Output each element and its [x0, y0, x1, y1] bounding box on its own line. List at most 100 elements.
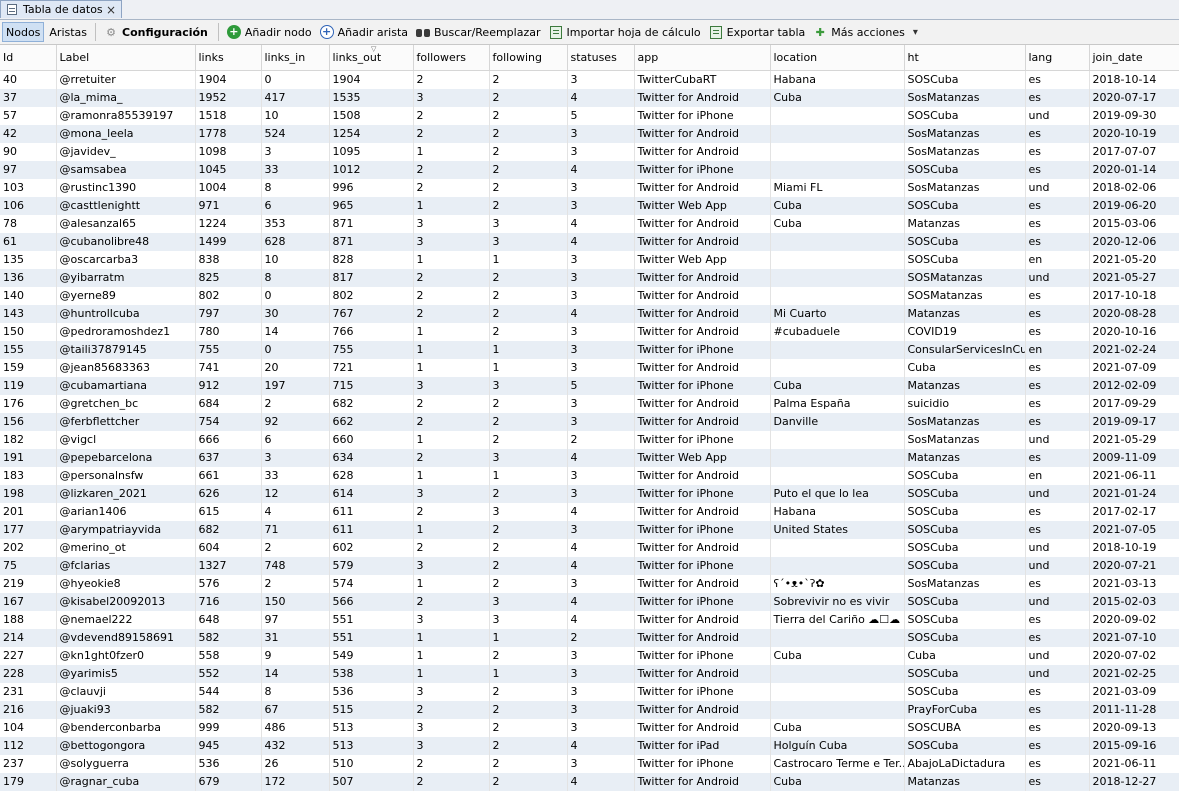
table-cell[interactable]: 227 [0, 646, 57, 665]
table-row[interactable]: 61 @cubanolibre48 1499 628 871 3 3 4 Twitter for… [0, 232, 1179, 251]
table-cell[interactable]: 1004 [195, 178, 262, 197]
table-cell[interactable]: Cuba [770, 772, 905, 791]
table-cell[interactable]: 3 [413, 736, 490, 755]
table-cell[interactable]: @personalnsfw [56, 466, 196, 485]
table-cell[interactable]: 1778 [195, 124, 262, 143]
table-cell[interactable]: 30 [261, 304, 330, 323]
table-cell[interactable]: Twitter for Android [634, 538, 771, 557]
table-cell[interactable]: @javidev_ [56, 142, 196, 161]
table-cell[interactable]: 1254 [329, 124, 414, 143]
table-cell[interactable]: 112 [0, 736, 57, 755]
table-cell[interactable]: 67 [261, 700, 330, 719]
table-cell[interactable]: 1224 [195, 214, 262, 233]
table-cell[interactable]: 2 [413, 412, 490, 431]
table-cell[interactable]: Twitter for Android [634, 466, 771, 485]
table-row[interactable]: 42 @mona_leela 1778 524 1254 2 2 3 Twitter for A… [0, 124, 1179, 143]
table-cell[interactable]: 2020-09-02 [1089, 610, 1179, 629]
table-cell[interactable]: 3 [567, 754, 635, 773]
table-cell[interactable]: @mona_leela [56, 124, 196, 143]
table-cell[interactable]: 682 [329, 394, 414, 413]
table-cell[interactable]: 1508 [329, 106, 414, 125]
table-cell[interactable]: #cubaduele [770, 322, 905, 341]
table-cell[interactable]: es [1025, 322, 1090, 341]
table-cell[interactable]: 2 [413, 502, 490, 521]
table-cell[interactable]: 3 [489, 502, 568, 521]
table-cell[interactable]: Twitter for iPhone [634, 754, 771, 773]
table-cell[interactable]: 4 [567, 160, 635, 179]
table-cell[interactable]: 2017-07-07 [1089, 142, 1179, 161]
table-cell[interactable]: @pedroramoshdez1 [56, 322, 196, 341]
table-cell[interactable]: @hyeokie8 [56, 574, 196, 593]
table-cell[interactable]: 2 [489, 286, 568, 305]
table-cell[interactable]: es [1025, 448, 1090, 467]
table-cell[interactable]: 551 [329, 628, 414, 647]
table-cell[interactable]: Cuba [770, 196, 905, 215]
table-row[interactable]: 103 @rustinc1390 1004 8 996 2 2 3 Twitter for An… [0, 178, 1179, 197]
table-cell[interactable]: SosMatanzas [904, 574, 1026, 593]
table-cell[interactable]: 3 [567, 286, 635, 305]
table-cell[interactable]: Twitter for Android [634, 304, 771, 323]
table-cell[interactable]: 201 [0, 502, 57, 521]
table-cell[interactable]: 2017-09-29 [1089, 394, 1179, 413]
table-cell[interactable]: Twitter Web App [634, 250, 771, 269]
table-cell[interactable]: @alesanzal65 [56, 214, 196, 233]
table-cell[interactable]: 611 [329, 502, 414, 521]
table-cell[interactable]: 871 [329, 232, 414, 251]
table-cell[interactable]: 8 [261, 178, 330, 197]
table-cell[interactable]: @arympatriayvida [56, 520, 196, 539]
table-cell[interactable]: 3 [567, 268, 635, 287]
table-row[interactable]: 136 @yibarratm 825 8 817 2 2 3 Twitter for Andro… [0, 268, 1179, 287]
table-cell[interactable]: 1 [413, 520, 490, 539]
table-cell[interactable]: 3 [567, 700, 635, 719]
table-cell[interactable]: 802 [195, 286, 262, 305]
table-cell[interactable]: 42 [0, 124, 57, 143]
table-cell[interactable]: 825 [195, 268, 262, 287]
table-cell[interactable]: 2018-02-06 [1089, 178, 1179, 197]
table-cell[interactable]: 2021-03-09 [1089, 682, 1179, 701]
table-cell[interactable]: 106 [0, 196, 57, 215]
table-cell[interactable]: 3 [413, 214, 490, 233]
table-cell[interactable]: @taili37879145 [56, 340, 196, 359]
table-cell[interactable]: 167 [0, 592, 57, 611]
table-cell[interactable]: 2018-10-14 [1089, 70, 1179, 89]
table-cell[interactable]: Twitter for Android [634, 772, 771, 791]
table-cell[interactable]: 2019-09-17 [1089, 412, 1179, 431]
table-cell[interactable]: es [1025, 196, 1090, 215]
table-row[interactable]: 156 @ferbflettcher 754 92 662 2 2 3 Twitter for … [0, 412, 1179, 431]
table-cell[interactable]: 4 [567, 538, 635, 557]
table-cell[interactable]: @samsabea [56, 160, 196, 179]
table-cell[interactable]: 2 [413, 754, 490, 773]
table-cell[interactable]: 150 [0, 322, 57, 341]
table-cell[interactable]: 741 [195, 358, 262, 377]
tab-data-table[interactable]: Tabla de datos × [0, 0, 122, 18]
table-cell[interactable]: SosMatanzas [904, 178, 1026, 197]
table-cell[interactable] [770, 538, 905, 557]
table-cell[interactable]: Habana [770, 70, 905, 89]
table-cell[interactable]: 767 [329, 304, 414, 323]
table-cell[interactable]: 214 [0, 628, 57, 647]
column-header-10[interactable]: ht [904, 45, 1026, 71]
table-cell[interactable]: 1045 [195, 160, 262, 179]
table-cell[interactable]: 228 [0, 664, 57, 683]
table-cell[interactable]: 202 [0, 538, 57, 557]
table-cell[interactable]: 2 [489, 196, 568, 215]
table-cell[interactable]: und [1025, 646, 1090, 665]
table-cell[interactable]: 1 [413, 664, 490, 683]
table-cell[interactable]: 1 [413, 196, 490, 215]
table-cell[interactable]: es [1025, 70, 1090, 89]
table-cell[interactable]: 1 [413, 646, 490, 665]
table-cell[interactable]: United States [770, 520, 905, 539]
table-cell[interactable]: @la_mima_ [56, 88, 196, 107]
table-cell[interactable]: 2017-10-18 [1089, 286, 1179, 305]
table-cell[interactable]: 2 [489, 412, 568, 431]
table-cell[interactable]: 2021-05-29 [1089, 430, 1179, 449]
table-cell[interactable]: 1098 [195, 142, 262, 161]
table-cell[interactable]: Twitter for Android [634, 394, 771, 413]
table-cell[interactable]: @jean85683363 [56, 358, 196, 377]
table-cell[interactable]: 1 [489, 664, 568, 683]
table-cell[interactable]: 2 [567, 628, 635, 647]
table-cell[interactable]: SosMatanzas [904, 142, 1026, 161]
table-cell[interactable]: 1535 [329, 88, 414, 107]
table-cell[interactable]: SOSCuba [904, 250, 1026, 269]
table-cell[interactable]: und [1025, 538, 1090, 557]
